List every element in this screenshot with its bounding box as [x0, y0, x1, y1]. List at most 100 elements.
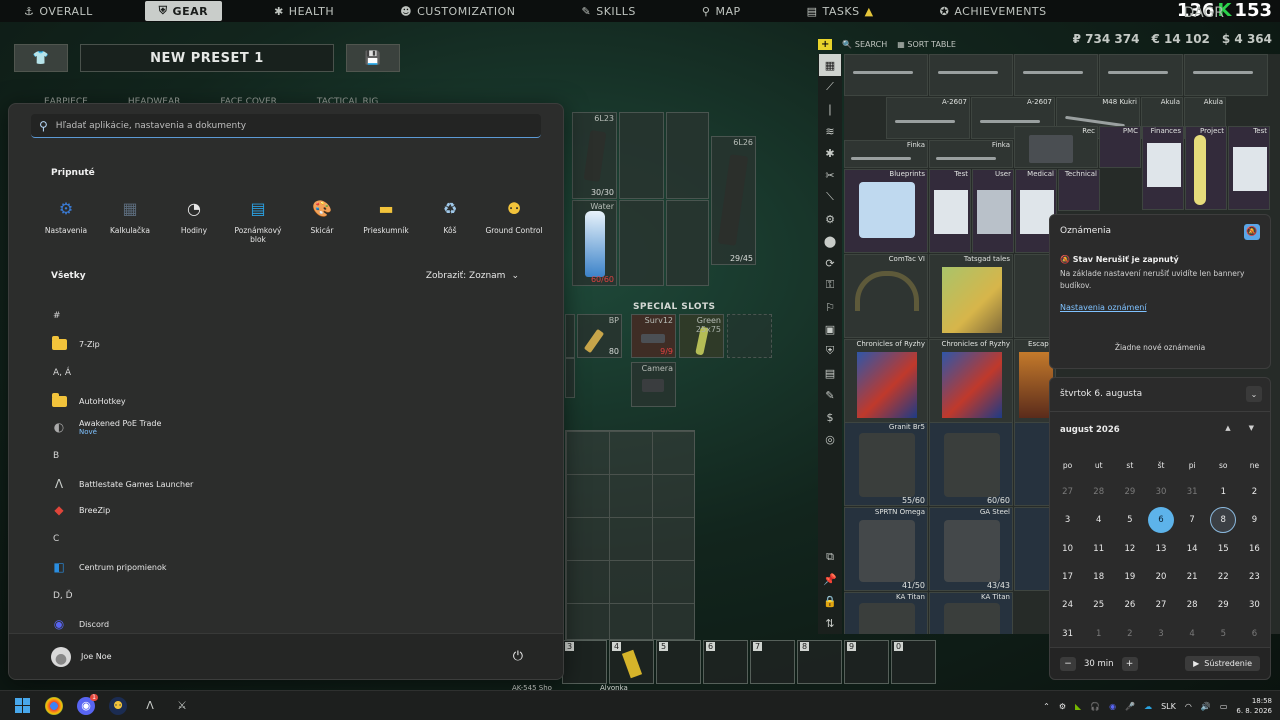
calendar-day[interactable]: 3 — [1052, 506, 1083, 534]
stash-item-finances[interactable]: Finances — [1142, 126, 1184, 210]
calendar-day[interactable]: 2 — [1114, 619, 1145, 647]
volume-icon[interactable]: 🔊 — [1201, 702, 1211, 711]
tab-tasks[interactable]: ▤ TASKS ▲ — [793, 1, 888, 21]
lock-icon[interactable]: 🔒 — [819, 590, 841, 612]
stash-item-plate[interactable]: 60/60 — [929, 422, 1013, 506]
calendar-day[interactable]: 1 — [1083, 619, 1114, 647]
backpack-grid[interactable] — [565, 430, 695, 640]
filter-info-icon[interactable]: ▤ — [819, 362, 841, 384]
calendar-day[interactable]: 17 — [1052, 563, 1083, 591]
filter-armor-icon[interactable]: ⛨ — [819, 340, 841, 362]
calendar-day[interactable]: 19 — [1114, 563, 1145, 591]
stash-item-user[interactable]: User — [972, 169, 1014, 253]
transfer-icon[interactable]: ⇅ — [819, 612, 841, 634]
pinned-app[interactable]: ⚙ Nastavenia — [34, 196, 98, 244]
calendar-month-label[interactable]: august 2026 — [1060, 425, 1120, 435]
calendar-day[interactable]: 15 — [1208, 535, 1239, 563]
stash-item-tales-book[interactable]: Tatsgad tales — [929, 254, 1013, 338]
pocket-slot[interactable] — [565, 358, 575, 398]
language-indicator[interactable]: SLK — [1161, 702, 1176, 711]
outfit-button[interactable]: 👕 — [14, 44, 68, 72]
filter-mods-icon[interactable]: ⚙ — [819, 208, 841, 230]
calendar-day[interactable]: 27 — [1052, 478, 1083, 506]
rig-slot-water[interactable]: Water 60/60 — [572, 200, 617, 286]
tab-overall[interactable]: ⚓ OVERALL — [10, 1, 107, 21]
calendar-day[interactable]: 21 — [1177, 563, 1208, 591]
rig-slot-empty[interactable] — [619, 112, 664, 199]
power-icon[interactable]: ⏻ — [513, 649, 523, 664]
ground-control-taskbar-icon[interactable]: ⚉ — [109, 696, 127, 715]
filter-tools-icon[interactable]: ✂ — [819, 164, 841, 186]
calendar-day[interactable]: 29 — [1208, 591, 1239, 619]
stash-item-knife[interactable] — [929, 54, 1013, 96]
calendar-day[interactable]: 14 — [1177, 535, 1208, 563]
calendar-day[interactable]: 16 — [1239, 535, 1270, 563]
next-month-icon[interactable]: ▼ — [1249, 424, 1254, 432]
start-button[interactable] — [13, 697, 31, 715]
start-focus-button[interactable]: ▶ Sústredenie — [1185, 656, 1260, 671]
filter-barter-icon[interactable]: ⟳ — [819, 252, 841, 274]
stash-item-comtac[interactable]: ComTac VI — [844, 254, 928, 338]
stash-item-project[interactable]: Project — [1185, 126, 1227, 210]
stash-item-finka[interactable]: Finka — [844, 140, 928, 168]
stash-item-rec[interactable]: Rec — [1014, 126, 1098, 168]
pin-icon[interactable]: 📌 — [819, 568, 841, 590]
filter-quest-icon[interactable]: ◎ — [819, 428, 841, 450]
sort-table-button[interactable]: ▦ SORT TABLE — [897, 40, 956, 49]
filter-meds-icon[interactable]: ✱ — [819, 142, 841, 164]
nvidia-icon[interactable]: ◣ — [1075, 702, 1081, 711]
stash-item-knife[interactable] — [1184, 54, 1268, 96]
calendar-day[interactable]: 5 — [1208, 619, 1239, 647]
alphabet-header[interactable]: # — [51, 300, 531, 331]
chevron-up-icon[interactable]: ⌃ — [1043, 702, 1050, 711]
calendar-day[interactable]: 24 — [1052, 591, 1083, 619]
calendar-day[interactable]: 27 — [1145, 591, 1176, 619]
pinned-app[interactable]: ▬ Prieskumník — [354, 196, 418, 244]
stash-item-ga-steel[interactable]: GA Steel 43/43 — [929, 507, 1013, 591]
stash-item-knife[interactable] — [844, 54, 928, 96]
quick-slot[interactable]: 3 — [562, 640, 607, 684]
filter-ammo-icon[interactable]: ❘ — [819, 98, 841, 120]
game-icon[interactable]: ⚔ — [173, 697, 191, 715]
stash-item-test[interactable]: Test — [1228, 126, 1270, 210]
chrome-icon[interactable] — [45, 696, 63, 715]
do-not-disturb-toggle-icon[interactable]: 🔕 — [1244, 224, 1260, 240]
bsg-launcher-icon[interactable]: Λ — [141, 697, 159, 715]
stash-item-finka[interactable]: Finka — [929, 140, 1013, 168]
pinned-app[interactable]: ⚉ Ground Control — [482, 196, 546, 244]
previous-month-icon[interactable]: ▲ — [1225, 424, 1230, 432]
quick-slot[interactable]: 6 — [703, 640, 748, 684]
filter-weapons-icon[interactable]: ⟋ — [819, 76, 841, 98]
quick-slot[interactable]: 5 — [656, 640, 701, 684]
stash-item-ka-titan[interactable]: KA Titan — [844, 592, 928, 634]
tab-gear[interactable]: ⛨ GEAR — [144, 1, 223, 21]
special-slot-empty[interactable] — [727, 314, 772, 358]
special-slot-surv12[interactable]: Surv12 9/9 — [631, 314, 676, 358]
stash-item-chronicles[interactable]: Chronicles of Ryzhy — [844, 339, 928, 423]
calendar-day[interactable]: 30 — [1239, 591, 1270, 619]
calendar-day[interactable]: 4 — [1177, 619, 1208, 647]
calendar-day[interactable]: 12 — [1114, 535, 1145, 563]
pinned-app[interactable]: ◔ Hodiny — [162, 196, 226, 244]
pinned-app[interactable]: ▦ Kalkulačka — [98, 196, 162, 244]
app-list-item[interactable]: ◐ Awakened PoE Trade Nové — [51, 414, 531, 440]
start-search-box[interactable]: ⚲ — [31, 114, 541, 138]
app-list-item[interactable]: 7-Zip — [51, 331, 531, 357]
calendar-day[interactable]: 13 — [1145, 535, 1176, 563]
pocket-slot[interactable] — [565, 314, 575, 358]
calendar-day[interactable]: 31 — [1177, 478, 1208, 506]
stash-item-chronicles[interactable]: Chronicles of Ryzhy — [929, 339, 1013, 423]
quick-slot[interactable]: 9 — [844, 640, 889, 684]
app-list-item[interactable]: ◧ Centrum pripomienok — [51, 554, 531, 580]
pinned-app[interactable]: ♻ Kôš — [418, 196, 482, 244]
headset-tray-icon[interactable]: 🎧 — [1090, 702, 1100, 711]
filter-gear-icon[interactable]: ⚐ — [819, 296, 841, 318]
quick-slot[interactable]: 7 — [750, 640, 795, 684]
rig-slot-empty[interactable] — [666, 200, 709, 286]
stash-item-granit-plate[interactable]: Granit Br5 55/60 — [844, 422, 928, 506]
settings-tray-icon[interactable]: ⚙ — [1059, 702, 1066, 711]
filter-tools2-icon[interactable]: ✎ — [819, 384, 841, 406]
filter-containers-icon[interactable]: ▣ — [819, 318, 841, 340]
calendar-day[interactable]: 31 — [1052, 619, 1083, 647]
wifi-icon[interactable]: ◠ — [1185, 702, 1192, 711]
